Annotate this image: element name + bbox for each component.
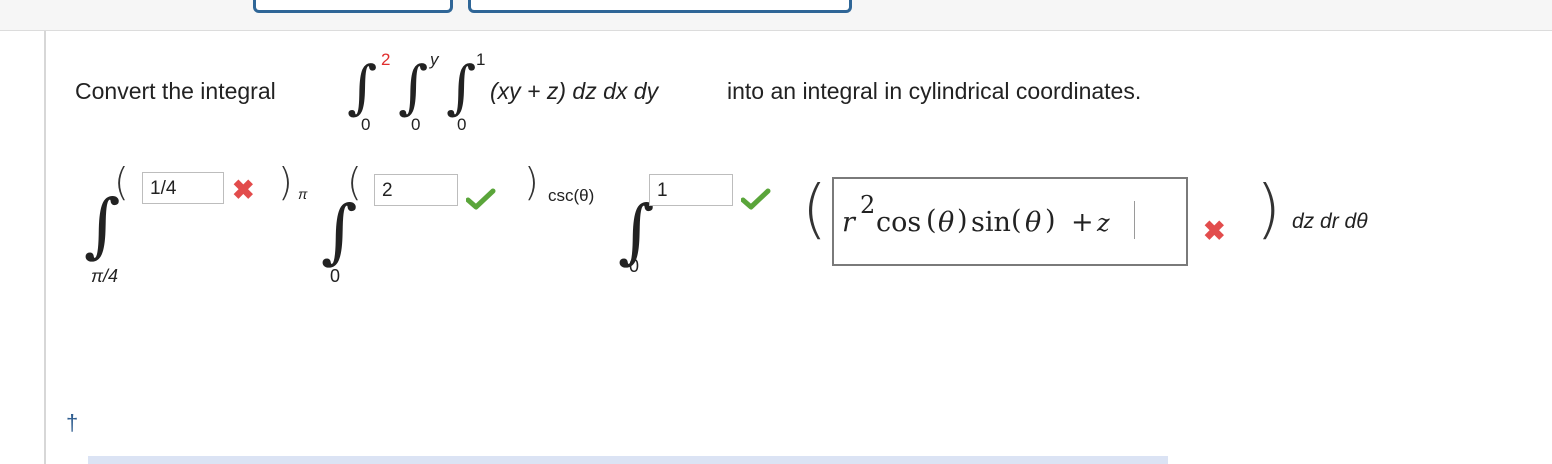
outer-lower-limit: π/4 <box>91 266 119 286</box>
outer-upper-limit-input[interactable]: 1/4 <box>142 172 224 204</box>
footnote-dagger-link[interactable]: † <box>66 410 78 436</box>
toolbar-button-left[interactable] <box>253 0 453 13</box>
incorrect-x-icon: ✖ <box>232 175 255 205</box>
integral-sign-icon: ∫ <box>321 190 358 272</box>
paren-close: ) <box>1045 205 1056 236</box>
middle-upper-suffix: csc(θ) <box>548 186 595 205</box>
integrand-plus: + <box>1071 207 1094 238</box>
integrand-exponent: 2 <box>860 191 876 219</box>
incorrect-x-icon: ✖ <box>1203 216 1226 246</box>
text-cursor <box>1134 201 1135 239</box>
question-prefix: Convert the integral <box>75 78 276 104</box>
left-paren: ( <box>114 160 129 204</box>
integral-sign-icon: ∫ <box>347 53 378 121</box>
integrand-cos: cos <box>876 207 922 238</box>
left-paren: ( <box>802 173 827 247</box>
integrand-sin: sin <box>971 207 1011 238</box>
integral-lower-limit: 0 <box>411 115 421 134</box>
integral-upper-limit: 1 <box>476 50 486 69</box>
integrand-z: z <box>1097 209 1110 237</box>
correct-check-icon <box>740 188 771 215</box>
toolbar-button-right[interactable] <box>468 0 852 13</box>
integrand-r: r <box>842 207 855 238</box>
integral-upper-limit: y <box>430 50 439 69</box>
paren-open: ( <box>926 205 937 236</box>
inner-upper-limit-input[interactable]: 1 <box>649 174 733 206</box>
integral-lower-limit: 0 <box>361 115 371 134</box>
integral-sign-icon: ∫ <box>446 53 477 121</box>
content-divider <box>44 31 46 464</box>
paren-close: ) <box>957 205 968 236</box>
integral-sign-icon: ∫ <box>398 53 429 121</box>
right-paren: ) <box>1256 173 1281 247</box>
top-toolbar <box>0 0 1552 31</box>
integrand-theta: θ <box>1025 207 1042 238</box>
middle-lower-limit: 0 <box>330 266 341 286</box>
integral-lower-limit: 0 <box>457 115 467 134</box>
right-paren: ) <box>524 160 539 204</box>
outer-upper-suffix: π <box>298 186 308 202</box>
bottom-panel <box>88 456 1168 464</box>
left-paren: ( <box>347 160 362 204</box>
differentials: dz dr dθ <box>1292 210 1368 233</box>
integral-upper-limit: 2 <box>381 50 391 69</box>
correct-check-icon <box>465 188 496 215</box>
question-suffix: into an integral in cylindrical coordina… <box>727 78 1142 104</box>
integrand-input[interactable]: r 2 cos ( θ ) sin ( θ ) + z <box>832 177 1188 266</box>
inner-lower-limit: 0 <box>629 256 640 276</box>
paren-open: ( <box>1011 205 1022 236</box>
integrand-theta: θ <box>938 207 955 238</box>
middle-upper-limit-input[interactable]: 2 <box>374 174 458 206</box>
right-paren: ) <box>278 160 293 204</box>
question-integrand: (xy + z) dz dx dy <box>490 78 659 104</box>
